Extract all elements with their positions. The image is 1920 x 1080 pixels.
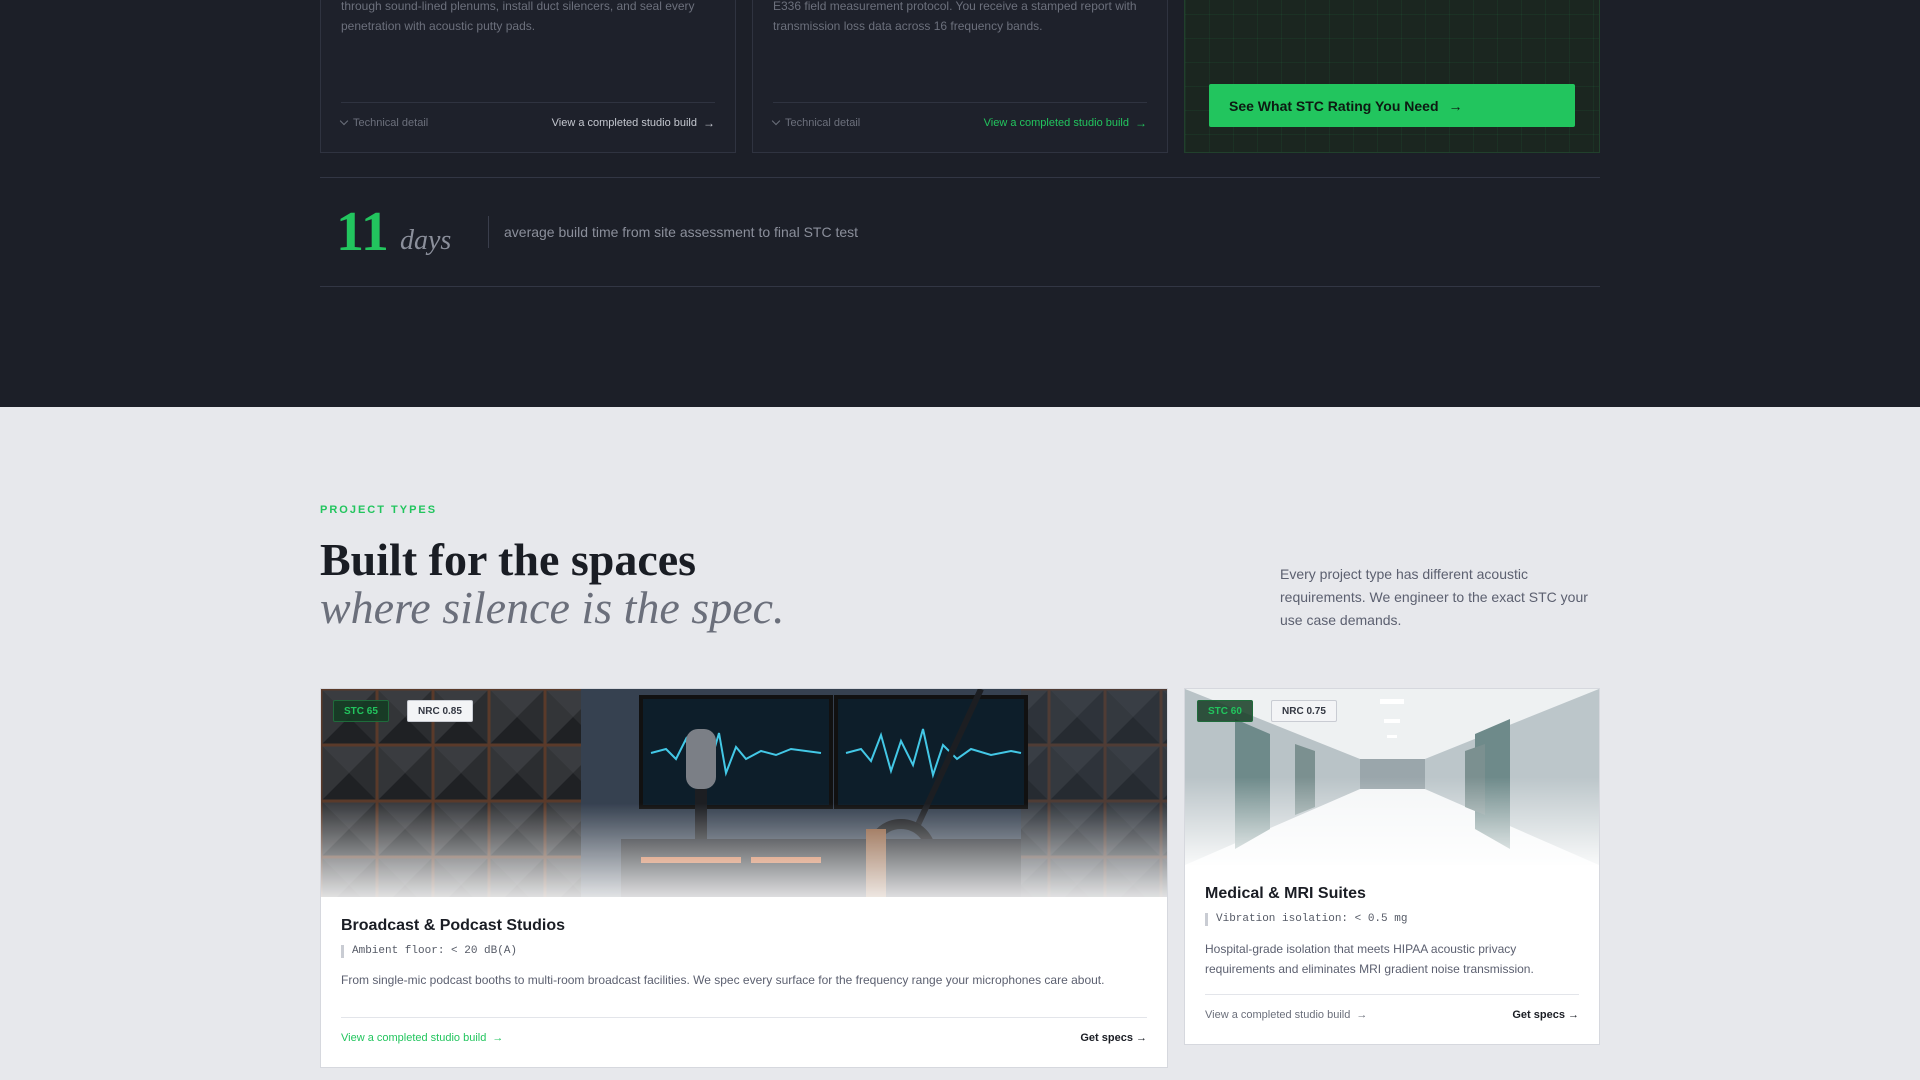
- section-intro: Every project type has different acousti…: [1280, 566, 1588, 628]
- arrow-right-icon: →: [1135, 115, 1147, 130]
- technical-detail-label: Technical detail: [353, 116, 429, 129]
- broadcast-studio-image: STC 65 NRC 0.85: [321, 689, 1167, 897]
- nrc-badge: NRC 0.75: [1271, 700, 1337, 722]
- stat-number: 11: [336, 201, 389, 263]
- process-card-text: E336 field measurement protocol. You rec…: [773, 0, 1137, 33]
- medical-corridor-image: STC 60 NRC 0.75: [1185, 689, 1599, 865]
- section-heading-italic: where silence is the spec.: [320, 582, 785, 633]
- stc-badge: STC 65: [333, 700, 389, 722]
- project-title: Medical & MRI Suites: [1205, 885, 1366, 902]
- arrow-right-icon: →: [703, 115, 715, 130]
- project-card-broadcast[interactable]: STC 65 NRC 0.85 Broadcast & Podcast Stud…: [320, 688, 1168, 1068]
- section-eyebrow: PROJECT TYPES: [320, 504, 438, 516]
- process-card-text: through sound-lined plenums, install duc…: [341, 0, 695, 33]
- view-build-link[interactable]: View a completed studio build →: [1205, 1009, 1367, 1021]
- stat-divider: [488, 216, 489, 248]
- nrc-badge: NRC 0.85: [407, 700, 473, 722]
- chevron-down-icon: [771, 116, 781, 125]
- process-card-footer: Technical detail View a completed studio…: [771, 102, 1147, 142]
- stc-rating-button-label: See What STC Rating You Need: [1229, 97, 1439, 114]
- project-title: Broadcast & Podcast Studios: [341, 917, 566, 934]
- project-card-footer: View a completed studio build → Get spec…: [1205, 994, 1579, 1034]
- view-build-label: View a completed studio build: [1205, 1008, 1351, 1021]
- project-spec: Vibration isolation: < 0.5 mg: [1205, 913, 1407, 926]
- project-description: Hospital-grade isolation that meets HIPA…: [1205, 942, 1534, 976]
- technical-detail-toggle[interactable]: Technical detail: [339, 116, 429, 129]
- view-build-link[interactable]: View a completed studio build →: [552, 116, 715, 130]
- chevron-down-icon: [339, 116, 349, 125]
- stat-description: average build time from site assessment …: [504, 224, 859, 240]
- get-specs-link[interactable]: Get specs →: [1080, 1032, 1147, 1044]
- technical-detail-toggle[interactable]: Technical detail: [771, 116, 861, 129]
- process-card: E336 field measurement protocol. You rec…: [752, 0, 1168, 153]
- cta-card: See What STC Rating You Need →: [1184, 0, 1600, 153]
- get-specs-link[interactable]: Get specs →: [1512, 1009, 1579, 1021]
- arrow-right-icon: →: [1356, 1008, 1368, 1021]
- arrow-right-icon: →: [492, 1031, 504, 1044]
- project-description: From single-mic podcast booths to multi-…: [341, 973, 1105, 987]
- technical-detail-label: Technical detail: [785, 116, 861, 129]
- view-build-link[interactable]: View a completed studio build →: [984, 116, 1147, 130]
- project-card-medical[interactable]: STC 60 NRC 0.75 Medical & MRI Suites Vib…: [1184, 688, 1600, 1045]
- stc-rating-button[interactable]: See What STC Rating You Need →: [1209, 84, 1575, 127]
- build-time-stat: 11 days average build time from site ass…: [320, 177, 1600, 287]
- stat-unit: days: [400, 225, 452, 256]
- process-card: through sound-lined plenums, install duc…: [320, 0, 736, 153]
- view-build-label: View a completed studio build: [341, 1031, 487, 1044]
- project-spec: Ambient floor: < 20 dB(A): [341, 945, 517, 958]
- project-card-footer: View a completed studio build → Get spec…: [341, 1017, 1147, 1057]
- view-build-link[interactable]: View a completed studio build →: [341, 1032, 503, 1044]
- process-card-footer: Technical detail View a completed studio…: [339, 102, 715, 142]
- view-build-label: View a completed studio build: [983, 116, 1129, 129]
- arrow-right-icon: →: [1448, 97, 1463, 114]
- stc-badge: STC 60: [1197, 700, 1253, 722]
- view-build-label: View a completed studio build: [551, 116, 697, 129]
